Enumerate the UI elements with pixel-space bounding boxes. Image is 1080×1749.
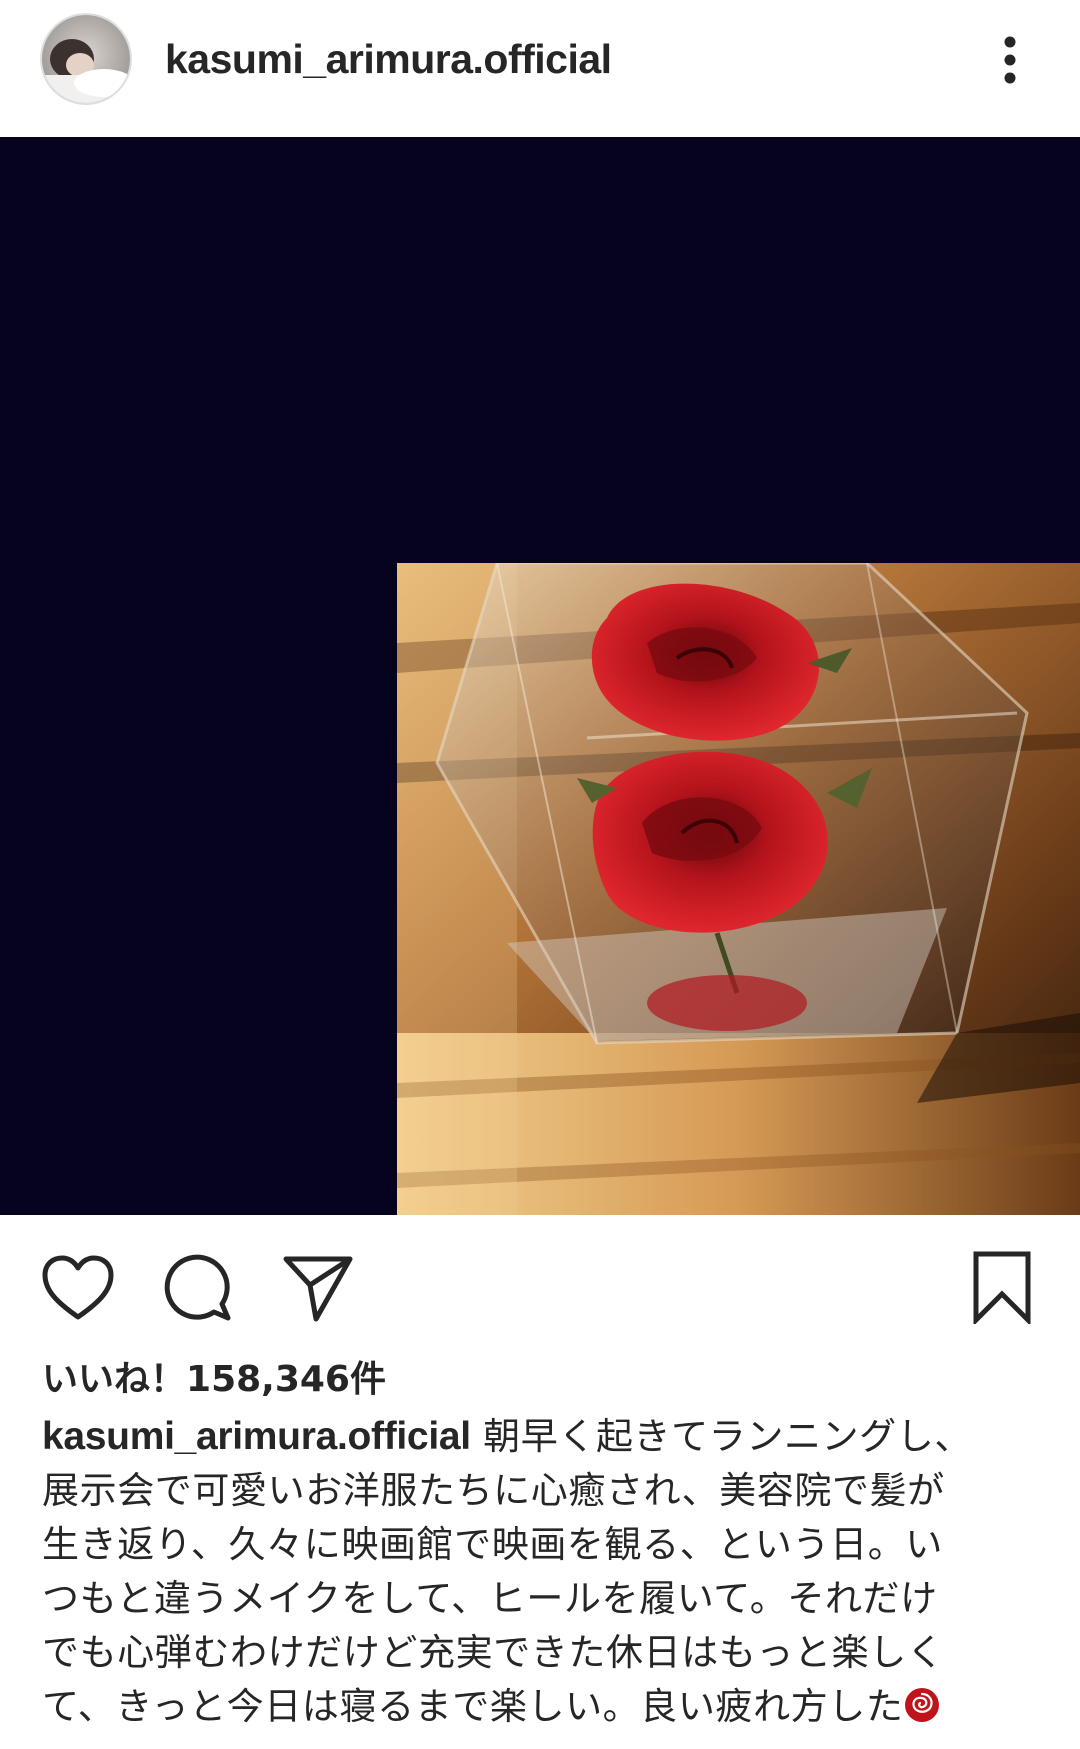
post-header: kasumi_arimura.official: [0, 0, 1080, 136]
more-options-button[interactable]: [980, 26, 1040, 94]
username[interactable]: kasumi_arimura.official: [165, 31, 612, 87]
post-media[interactable]: [0, 137, 1080, 1215]
comment-button[interactable]: [156, 1248, 240, 1328]
post-caption: kasumi_arimura.official 朝早く起きてランニングし、 展示…: [42, 1410, 1042, 1734]
bookmark-icon: [973, 1251, 1031, 1324]
post-photo: [397, 563, 1080, 1215]
caption-line-4: つもと違うメイクをして、ヒールを履いて。それだけ: [42, 1577, 938, 1620]
caption-line-1: kasumi_arimura.official 朝早く起きてランニングし、: [42, 1410, 1042, 1464]
caption-line-5: でも心弾むわけだけど充実できた休日はもっと楽しく: [42, 1631, 945, 1674]
caption-username[interactable]: kasumi_arimura.official: [42, 1415, 471, 1458]
instagram-post: kasumi_arimura.official いいね！158,346件 kas…: [0, 0, 1080, 1749]
avatar[interactable]: [42, 15, 130, 103]
caption-text: て、きっと今日は寝るまで楽しい。良い疲れ方した: [42, 1685, 904, 1728]
send-icon: [283, 1256, 353, 1322]
more-vertical-icon: [1004, 36, 1016, 84]
save-button[interactable]: [960, 1242, 1044, 1332]
caption-text: 朝早く起きてランニングし、: [470, 1415, 972, 1458]
comment-icon: [164, 1254, 231, 1321]
caption-line-6: て、きっと今日は寝るまで楽しい。良い疲れ方した: [42, 1680, 1042, 1734]
heart-icon: [42, 1255, 114, 1320]
caption-line-3: 生き返り、久々に映画館で映画を観る、という日。い: [42, 1523, 943, 1566]
share-button[interactable]: [276, 1248, 360, 1328]
caption-line-2: 展示会で可愛いお洋服たちに心癒され、美容院で髪が: [42, 1469, 945, 1512]
likes-number: 158,346: [186, 1359, 350, 1400]
like-button[interactable]: [36, 1248, 120, 1328]
likes-count[interactable]: いいね！158,346件: [42, 1355, 386, 1405]
likes-label: いいね！: [42, 1359, 187, 1400]
likes-suffix: 件: [349, 1359, 386, 1400]
rose-emoji-icon: [905, 1688, 940, 1722]
